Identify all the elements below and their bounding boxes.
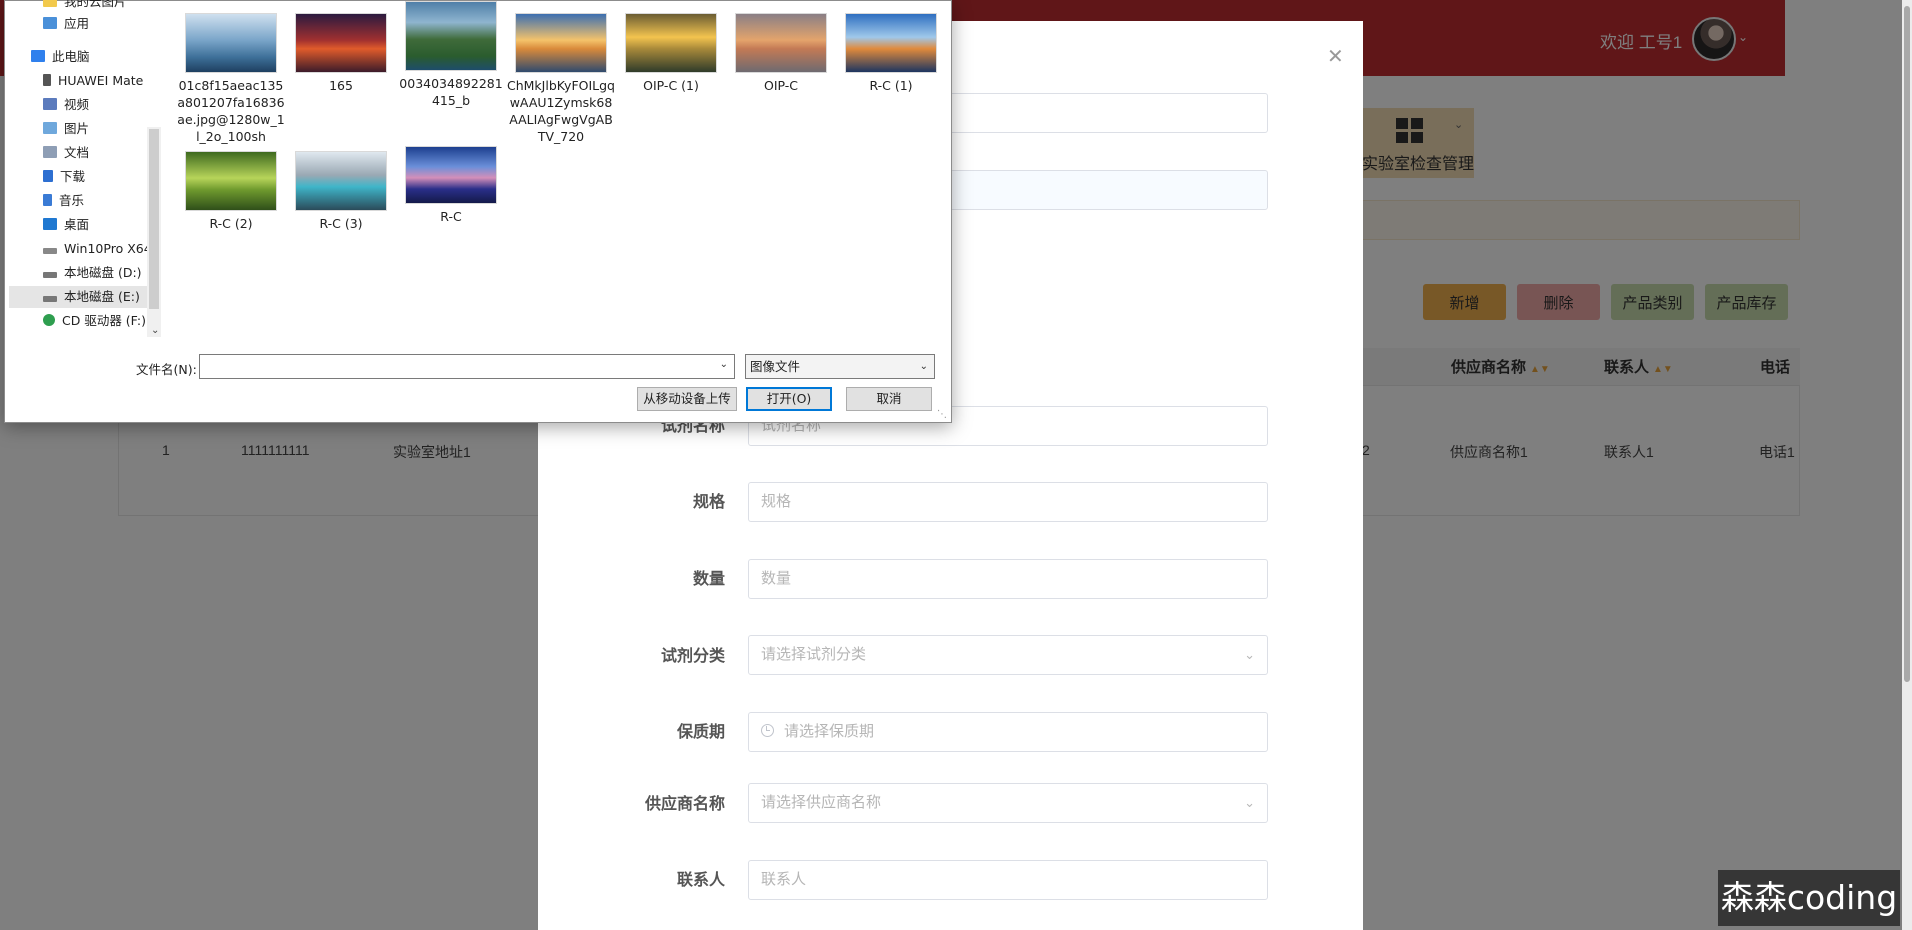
drive-icon: [43, 272, 57, 278]
nav-item-music[interactable]: 音乐: [43, 190, 84, 212]
filename-label: 文件名(N):: [136, 362, 197, 377]
nav-item-huawei-mate[interactable]: HUAWEI Mate: [43, 70, 143, 92]
nav-item-apps[interactable]: 应用: [43, 13, 89, 35]
clock-icon: [761, 724, 774, 737]
chevron-down-icon: ⌄: [1244, 795, 1255, 810]
shelf-life-picker[interactable]: 请选择保质期: [748, 712, 1268, 752]
chevron-down-icon[interactable]: ⌄: [151, 325, 159, 336]
file-thumbnail[interactable]: OIP-C: [726, 13, 836, 94]
form-label-contact: 联系人: [676, 872, 725, 889]
file-thumbnail[interactable]: R-C (1): [836, 13, 946, 94]
desktop-icon: [43, 218, 57, 230]
computer-icon: [31, 50, 45, 62]
image-thumbnail: [405, 1, 497, 71]
apps-icon: [43, 17, 57, 29]
form-label-quantity: 数量: [692, 571, 725, 588]
nav-item-documents[interactable]: 文档: [43, 142, 89, 164]
form-label-reagent-category: 试剂分类: [660, 648, 725, 665]
nav-item-cd-drive[interactable]: CD 驱动器 (F:) H: [43, 310, 159, 332]
cd-drive-icon: [43, 314, 55, 326]
filename-input[interactable]: ⌄: [199, 354, 735, 379]
form-label-supplier: 供应商名称: [644, 796, 725, 813]
file-thumbnail[interactable]: 165: [286, 13, 396, 94]
watermark: 森森coding: [1718, 870, 1900, 926]
image-thumbnail: [845, 13, 937, 73]
nav-item-drive-d[interactable]: 本地磁盘 (D:): [43, 262, 142, 284]
file-thumbnail[interactable]: 01c8f15aeac135a801207fa16836ae.jpg@1280w…: [176, 13, 286, 145]
nav-item-desktop[interactable]: 桌面: [43, 214, 89, 236]
filetype-select[interactable]: 图像文件 ⌄: [745, 354, 935, 379]
form-label-spec: 规格: [692, 494, 725, 511]
folder-icon: [43, 0, 57, 7]
contact-input[interactable]: 联系人: [748, 860, 1268, 900]
spec-input[interactable]: 规格: [748, 482, 1268, 522]
chevron-down-icon: ⌄: [1244, 647, 1255, 662]
nav-item-videos[interactable]: 视频: [43, 94, 89, 116]
document-icon: [43, 146, 57, 158]
drive-icon: [43, 248, 57, 254]
upload-from-mobile-button[interactable]: 从移动设备上传: [637, 387, 737, 411]
file-open-dialog: 我的云图片 应用 此电脑 HUAWEI Mate 视频 图片 文档 下载 音乐 …: [4, 0, 952, 423]
chevron-down-icon[interactable]: ⌄: [720, 359, 728, 370]
download-icon: [43, 170, 53, 182]
form-label-shelf-life: 保质期: [676, 724, 725, 741]
image-thumbnail: [625, 13, 717, 73]
nav-item-win10[interactable]: Win10Pro X64: [43, 238, 152, 260]
file-thumbnail[interactable]: 0034034892281415_b: [396, 1, 506, 109]
close-icon[interactable]: ✕: [1327, 44, 1344, 69]
file-thumbnail[interactable]: R-C (2): [176, 151, 286, 232]
nav-item-drive-e[interactable]: 本地磁盘 (E:): [9, 286, 149, 308]
file-thumbnail[interactable]: R-C: [396, 146, 506, 225]
scrollbar-thumb[interactable]: [149, 129, 159, 309]
file-thumbnail[interactable]: ChMkJlbKyFOILgqwAAU1Zymsk68AALIAgFwgVgAB…: [506, 13, 616, 145]
nav-item-cloud-pictures[interactable]: 我的云图片: [43, 0, 127, 13]
file-thumbnail[interactable]: R-C (3): [286, 151, 396, 232]
scrollbar-thumb[interactable]: [1904, 6, 1910, 682]
video-icon: [43, 98, 57, 110]
phone-icon: [43, 74, 51, 86]
resize-grip-icon[interactable]: ⋱: [937, 409, 947, 420]
picture-icon: [43, 122, 57, 134]
quantity-input[interactable]: 数量: [748, 559, 1268, 599]
cancel-button[interactable]: 取消: [846, 387, 932, 411]
image-thumbnail: [185, 13, 277, 73]
nav-pane: 我的云图片 应用 此电脑 HUAWEI Mate 视频 图片 文档 下载 音乐 …: [5, 0, 163, 341]
reagent-category-select[interactable]: 请选择试剂分类 ⌄: [748, 635, 1268, 675]
file-thumbnail[interactable]: OIP-C (1): [616, 13, 726, 94]
image-thumbnail: [295, 13, 387, 73]
music-icon: [43, 194, 52, 206]
image-thumbnail: [515, 13, 607, 73]
image-thumbnail: [735, 13, 827, 73]
open-button[interactable]: 打开(O): [746, 387, 832, 411]
nav-item-downloads[interactable]: 下载: [43, 166, 85, 188]
drive-icon: [43, 296, 57, 302]
supplier-select[interactable]: 请选择供应商名称 ⌄: [748, 783, 1268, 823]
image-thumbnail: [405, 146, 497, 204]
nav-item-this-pc[interactable]: 此电脑: [31, 46, 90, 68]
nav-item-pictures[interactable]: 图片: [43, 118, 89, 140]
chevron-down-icon: ⌄: [919, 361, 928, 372]
image-thumbnail: [185, 151, 277, 211]
image-thumbnail: [295, 151, 387, 211]
